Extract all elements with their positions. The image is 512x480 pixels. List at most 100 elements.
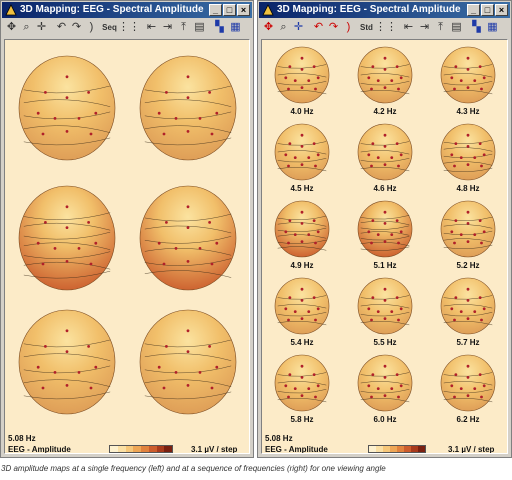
- frequency-label: 6.0 Hz: [373, 415, 397, 424]
- map-canvas[interactable]: 5.08 Hz EEG - Amplitude 3.1 µV / step 4.…: [261, 39, 508, 454]
- electrode-dot: [459, 79, 463, 82]
- electrode-dot: [208, 345, 212, 348]
- move-icon[interactable]: ✛: [34, 20, 49, 35]
- electrode-dot: [284, 307, 288, 311]
- electrode-dot: [186, 260, 190, 263]
- rotate-icon[interactable]: ✥: [261, 20, 276, 35]
- color-icon[interactable]: ▚: [469, 20, 484, 35]
- bar-up-icon[interactable]: ⤒: [176, 20, 191, 35]
- scale-label: 3.1 µV / step: [191, 445, 238, 454]
- electrode-dot: [454, 65, 458, 68]
- zoom-icon[interactable]: ⌕: [19, 20, 34, 35]
- electrode-dot: [65, 329, 69, 333]
- seq-button[interactable]: Seq: [102, 20, 117, 35]
- electrode-dot: [383, 394, 387, 397]
- electrode-dot: [307, 310, 311, 313]
- bar-up-icon[interactable]: ⤒: [433, 20, 448, 35]
- move-icon[interactable]: ✛: [291, 20, 306, 35]
- electrode-dot: [293, 310, 297, 313]
- electrode-dot: [208, 221, 212, 224]
- electrode-dot: [376, 233, 380, 237]
- head-map-small: [357, 277, 413, 335]
- electrode-dot: [371, 373, 375, 376]
- electrode-dot: [41, 262, 45, 266]
- std-button[interactable]: Std: [359, 20, 374, 35]
- electrode-dot: [395, 142, 399, 145]
- electrode-dot: [466, 133, 470, 137]
- color-scale: [109, 445, 173, 453]
- electrode-dot: [466, 163, 470, 166]
- electrode-dot: [87, 221, 90, 224]
- electrode-dot: [300, 376, 304, 379]
- electrode-dot: [466, 376, 470, 379]
- minimize-button[interactable]: _: [209, 4, 222, 16]
- map-canvas[interactable]: 5.08 Hz EEG - Amplitude 3.1 µV / step: [4, 39, 250, 454]
- electrode-dot: [454, 296, 458, 299]
- electrode-dot: [77, 371, 81, 374]
- bar-left-icon[interactable]: ⇤: [401, 20, 416, 35]
- head-map-small: [357, 200, 413, 258]
- electrode-dot: [300, 163, 304, 166]
- electrode-dot: [186, 329, 190, 333]
- head-map-small: [440, 277, 496, 335]
- close-button[interactable]: ×: [495, 4, 508, 16]
- electrode-dot: [376, 310, 380, 313]
- electrode-dot: [288, 373, 292, 376]
- electrode-dot: [65, 226, 69, 230]
- electrode-dot: [390, 79, 394, 82]
- electrode-dot: [450, 76, 454, 80]
- bracket-icon[interactable]: ): [341, 20, 356, 35]
- electrode-dot: [397, 395, 400, 399]
- electrode-dot: [300, 56, 304, 60]
- electrode-dot: [383, 299, 387, 302]
- undo-icon[interactable]: ↶: [54, 20, 69, 35]
- redo-icon[interactable]: ↷: [326, 20, 341, 35]
- electrode-dot: [300, 364, 304, 368]
- electrode-dot: [399, 230, 403, 234]
- grid-icon[interactable]: ⋮⋮: [375, 20, 397, 35]
- electrode-dot: [397, 87, 400, 91]
- electrode-dot: [215, 365, 219, 369]
- electrode-dot: [287, 318, 290, 322]
- electrode-dot: [186, 226, 190, 230]
- electrode-dot: [186, 130, 190, 133]
- electrode-dot: [198, 117, 202, 120]
- close-button[interactable]: ×: [237, 4, 250, 16]
- head-map-small: [274, 46, 330, 104]
- head-map-large: [139, 55, 237, 161]
- grid-icon[interactable]: ⋮⋮: [118, 20, 140, 35]
- frequency-label: 4.8 Hz: [456, 184, 480, 193]
- color-icon[interactable]: ▚: [212, 20, 227, 35]
- electrode-dot: [314, 164, 317, 168]
- maximize-button[interactable]: □: [223, 4, 236, 16]
- select-icon[interactable]: ▤: [192, 20, 207, 35]
- minimize-button[interactable]: _: [467, 4, 480, 16]
- undo-icon[interactable]: ↶: [311, 20, 326, 35]
- redo-icon[interactable]: ↷: [69, 20, 84, 35]
- electrode-dot: [453, 318, 456, 322]
- bar-left-icon[interactable]: ⇤: [144, 20, 159, 35]
- electrode-dot: [65, 260, 69, 263]
- electrode-dot: [53, 117, 57, 120]
- electrode-dot: [480, 164, 483, 168]
- rotate-icon[interactable]: ✥: [4, 20, 19, 35]
- zoom-icon[interactable]: ⌕: [276, 20, 291, 35]
- toolbar: ✥ ⌕ ✛ ↶ ↷ ) Std ⋮⋮ ⇤ ⇥ ⤒ ▤ ▚ ▦: [259, 19, 510, 37]
- select-icon[interactable]: ▤: [449, 20, 464, 35]
- electrode-dot: [210, 386, 214, 390]
- electrode-dot: [300, 222, 304, 225]
- electrode-dot: [186, 205, 190, 209]
- title-bar[interactable]: 3D Mapping: EEG - Spectral Amplitude _ □…: [2, 2, 252, 18]
- bar-right-icon[interactable]: ⇥: [417, 20, 432, 35]
- help-icon[interactable]: ▦: [485, 20, 500, 35]
- title-bar[interactable]: 3D Mapping: EEG - Spectral Amplitude _ □…: [259, 2, 510, 18]
- bracket-icon[interactable]: ): [84, 20, 99, 35]
- help-icon[interactable]: ▦: [228, 20, 243, 35]
- electrode-dot: [77, 247, 81, 250]
- electrode-dot: [383, 145, 387, 148]
- electrode-dot: [395, 296, 399, 299]
- maximize-button[interactable]: □: [481, 4, 494, 16]
- electrode-dot: [307, 156, 311, 159]
- electrode-dot: [288, 65, 292, 68]
- bar-right-icon[interactable]: ⇥: [160, 20, 175, 35]
